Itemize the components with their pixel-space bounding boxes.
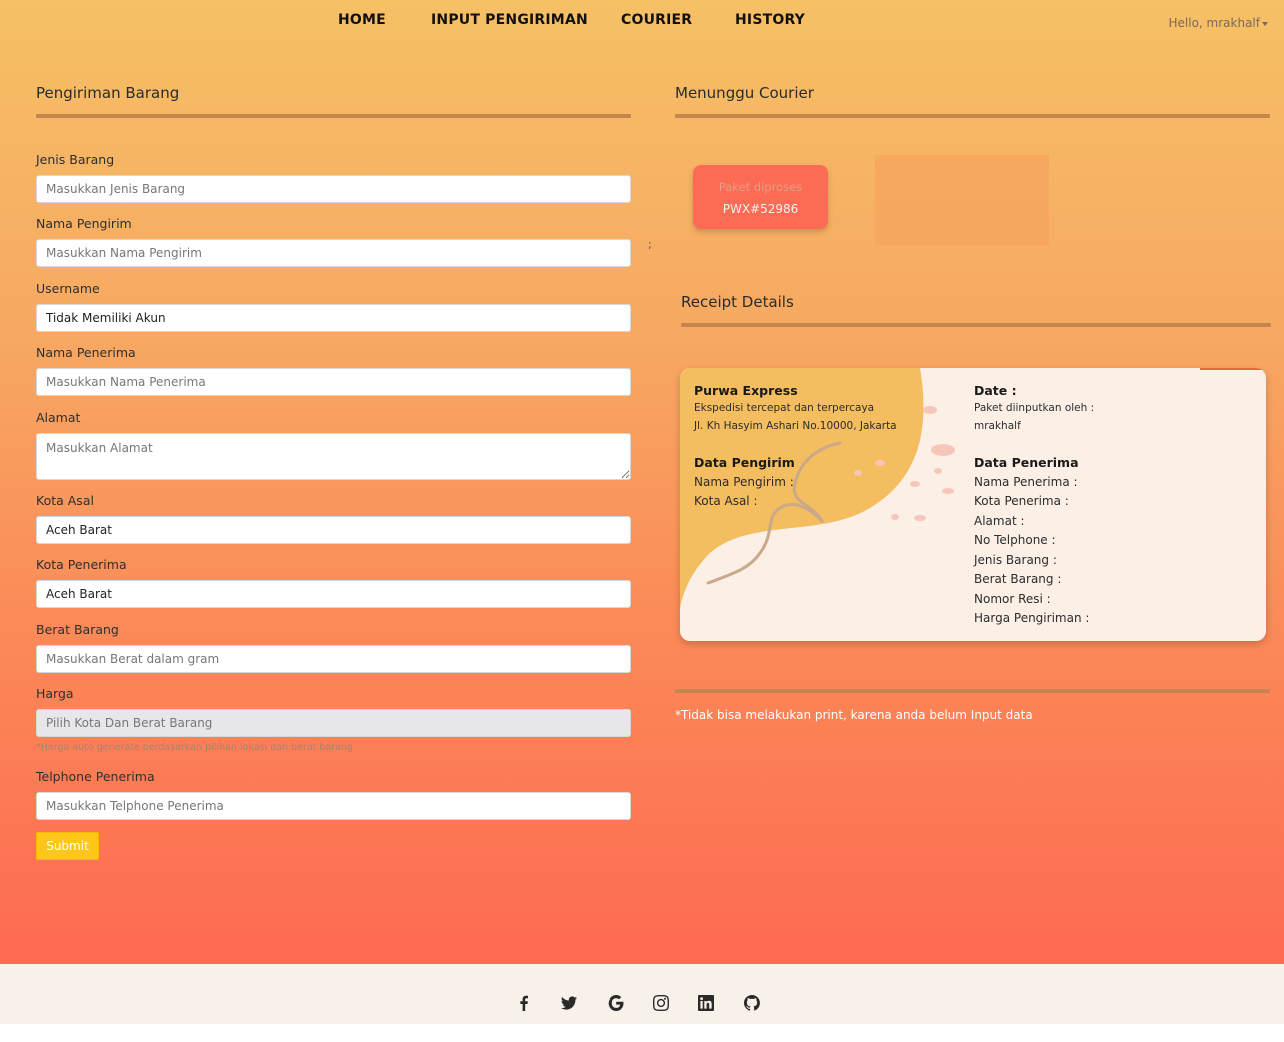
kota-asal-select[interactable]: Aceh Barat [36, 516, 631, 544]
receipt-input-by: Paket diinputkan oleh : [974, 402, 1095, 414]
kota-penerima-select[interactable]: Aceh Barat [36, 580, 631, 608]
jenis-barang-input[interactable] [36, 175, 631, 203]
alamat-textarea[interactable] [36, 433, 631, 480]
receiver-address-field: Alamat : [974, 514, 1025, 528]
receiver-city-field: Kota Penerima : [974, 494, 1069, 508]
receipt-tagline: Ekspedisi tercepat dan terpercaya [694, 402, 875, 414]
user-dropdown[interactable]: Hello, mrakhalf [1168, 16, 1268, 30]
harga-hint: *Harga auto generate berdasarkan pilihan… [36, 742, 354, 753]
twitter-icon[interactable] [559, 993, 579, 1013]
linkedin-icon[interactable] [696, 993, 716, 1013]
form-title: Pengiriman Barang [36, 84, 180, 102]
item-weight-field: Berat Barang : [974, 572, 1062, 586]
package-status: Paket diproses [718, 180, 803, 194]
username-label: Username [36, 281, 100, 296]
nama-penerima-input[interactable] [36, 368, 631, 396]
user-greeting: Hello, mrakhalf [1168, 16, 1261, 30]
username-input[interactable] [36, 304, 631, 332]
shipping-price-field: Harga Pengiriman : [974, 611, 1090, 625]
nama-pengirim-input[interactable] [36, 239, 631, 267]
footer [0, 964, 1284, 1024]
form-title-divider [36, 114, 631, 118]
jenis-barang-label: Jenis Barang [36, 152, 115, 167]
receiver-heading: Data Penerima [974, 455, 1079, 470]
receipt-card: Purwa Express Ekspedisi tercepat dan ter… [680, 368, 1266, 641]
receiver-phone-field: No Telphone : [974, 533, 1056, 547]
receipt-address: Jl. Kh Hasyim Ashari No.10000, Jakarta [694, 420, 897, 432]
stray-text: ; [648, 238, 652, 251]
nav-history-link[interactable]: HISTORY [735, 12, 805, 28]
receipt-input-user: mrakhalf [974, 420, 1021, 432]
telphone-label: Telphone Penerima [36, 769, 155, 784]
courier-title-divider [675, 114, 1270, 118]
nav-home-link[interactable]: HOME [338, 12, 386, 28]
print-warning: *Tidak bisa melakukan print, karena anda… [675, 708, 1033, 722]
facebook-icon[interactable] [514, 993, 534, 1013]
berat-barang-label: Berat Barang [36, 622, 119, 637]
nama-pengirim-label: Nama Pengirim [36, 216, 132, 231]
nav-courier-link[interactable]: COURIER [621, 12, 692, 28]
receipt-title: Receipt Details [681, 293, 794, 311]
receipt-company: Purwa Express [694, 383, 798, 398]
receipt-title-divider [681, 323, 1271, 327]
nav-input-pengiriman-link[interactable]: INPUT PENGIRIMAN [431, 12, 588, 28]
courier-title: Menunggu Courier [675, 84, 814, 102]
receipt-date-label: Date : [974, 383, 1017, 398]
package-card[interactable]: Paket diproses PWX#52986 [693, 165, 828, 229]
berat-barang-input[interactable] [36, 645, 631, 673]
sender-heading: Data Pengirim [694, 455, 795, 470]
nama-penerima-label: Nama Penerima [36, 345, 136, 360]
placeholder-card [875, 155, 1049, 245]
google-icon[interactable] [606, 993, 626, 1013]
top-navbar: HOME INPUT PENGIRIMAN COURIER HISTORY He… [0, 0, 1284, 44]
receipt-bottom-divider [675, 689, 1270, 693]
telphone-input[interactable] [36, 792, 631, 820]
receiver-name-field: Nama Penerima : [974, 475, 1078, 489]
item-type-field: Jenis Barang : [974, 553, 1057, 567]
submit-button[interactable]: Submit [36, 832, 99, 860]
kota-asal-label: Kota Asal [36, 493, 94, 508]
sender-name-field: Nama Pengirim : [694, 475, 794, 489]
caret-down-icon [1262, 21, 1268, 26]
receipt-number-field: Nomor Resi : [974, 592, 1051, 606]
harga-label: Harga [36, 686, 74, 701]
github-icon[interactable] [742, 993, 762, 1013]
harga-input [36, 709, 631, 737]
instagram-icon[interactable] [651, 993, 671, 1013]
alamat-label: Alamat [36, 410, 81, 425]
sender-city-field: Kota Asal : [694, 494, 758, 508]
package-code: PWX#52986 [722, 202, 799, 216]
kota-penerima-label: Kota Penerima [36, 557, 127, 572]
